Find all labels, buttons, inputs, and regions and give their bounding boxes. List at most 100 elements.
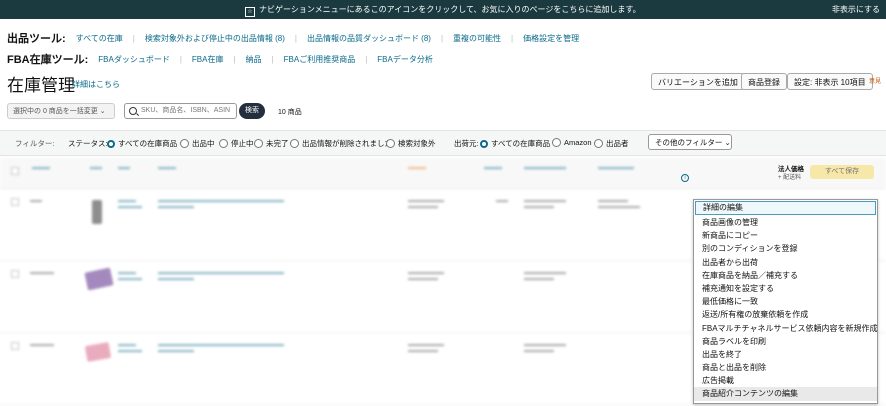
status-deleted-radio[interactable]: 出品情報が削除されました xyxy=(290,138,392,149)
listing-tools-row: 出品ツール: すべての在庫 | 検索対象外および停止中の出品情報 (8) | 出… xyxy=(7,30,579,46)
status-suppressed-label: 検索対象外 xyxy=(398,139,436,148)
row-checkbox[interactable] xyxy=(11,198,19,206)
menu-item-multichannel-order[interactable]: FBAマルチチャネルサービス依頼内容を新規作成 xyxy=(694,322,877,335)
bulk-action-select[interactable]: 選択中の 0 商品を一括変更 ⌄ xyxy=(7,103,115,119)
info-icon[interactable]: i xyxy=(681,174,689,182)
fba-tools-row: FBA在庫ツール: FBAダッシュボード | FBA在庫 | 納品 | FBAご… xyxy=(7,51,433,67)
status-inactive-radio[interactable]: 停止中 xyxy=(219,138,254,149)
fba-tools-label: FBA在庫ツール: xyxy=(7,54,89,66)
listing-tools-label: 出品ツール: xyxy=(7,33,66,45)
status-deleted-label: 出品情報が削除されました xyxy=(302,139,392,148)
status-inactive-label: 停止中 xyxy=(231,139,254,148)
more-filters-button[interactable]: その他のフィルター ⌄ xyxy=(648,134,732,150)
table-header: ▬▬▬ ▬▬ ▬▬ ▬▬▬ ▬▬▬ ▬▬▬ ▬▬▬▬▬▬▬ ▬▬▬▬▬▬ xyxy=(0,158,886,189)
header-cell: ▬▬▬▬▬▬ xyxy=(598,165,634,171)
divider: | xyxy=(365,54,368,64)
add-variation-button[interactable]: バリエーションを追加 xyxy=(651,73,745,90)
row-title: ▬▬▬▬▬▬▬▬▬▬▬▬▬▬▬▬▬▬▬▬▬ ▬▬▬▬▬▬ xyxy=(158,342,284,354)
tool-link-all-inventory[interactable]: すべての在庫 xyxy=(76,33,123,44)
star-icon: ☆ xyxy=(245,7,255,17)
menu-item-removal-order[interactable]: 返送/所有権の放棄依頼を作成 xyxy=(694,308,877,321)
menu-item-delete-product[interactable]: 商品と出品を削除 xyxy=(694,361,877,374)
status-all-radio[interactable]: すべての在庫商品 xyxy=(107,138,177,149)
banner-text: ナビゲーションメニューにあるこのアイコンをクリックして、お気に入りのページをこち… xyxy=(259,5,641,14)
fulfillment-label: 出荷元: xyxy=(454,139,479,148)
row-price-input: ▬▬▬▬▬ ▬▬▬▬▬▬▬ xyxy=(598,198,640,210)
menu-item-match-lowest-price[interactable]: 最低価格に一致 xyxy=(694,295,877,308)
row-status: ▬▬ xyxy=(30,198,42,204)
menu-item-copy-to-new[interactable]: 新商品にコピー xyxy=(694,229,877,242)
top-banner: ☆ ナビゲーションメニューにあるこのアイコンをクリックして、お気に入りのページをこ… xyxy=(0,0,886,19)
save-all-button[interactable]: すべて保存 xyxy=(810,165,874,179)
divider: | xyxy=(179,54,182,64)
status-all-label: すべての在庫商品 xyxy=(118,139,178,148)
menu-item-edit-aplus[interactable]: 商品紹介コンテンツの編集 xyxy=(694,387,877,401)
divider: | xyxy=(294,33,297,43)
row-checkbox[interactable] xyxy=(11,342,19,350)
filter-label: フィルター: xyxy=(15,139,55,148)
tool-link-duplicates[interactable]: 重複の可能性 xyxy=(453,33,501,44)
fulfill-amazon-radio[interactable]: Amazon xyxy=(552,138,592,147)
tool-link-fba-analytics[interactable]: FBAデータ分析 xyxy=(377,54,433,65)
radio-icon xyxy=(386,139,395,148)
menu-item-manage-images[interactable]: 商品画像の管理 xyxy=(694,216,877,229)
header-cell: ▬▬▬▬▬▬▬ xyxy=(524,165,566,171)
row-sku: ▬▬▬ ▬▬▬▬ xyxy=(118,198,142,210)
tool-link-fba-recommendations[interactable]: FBAご利用推奨商品 xyxy=(284,54,356,65)
tool-link-fba-dashboard[interactable]: FBAダッシュボード xyxy=(98,54,170,65)
radio-icon xyxy=(180,139,189,148)
divider: | xyxy=(271,54,274,64)
status-active-radio[interactable]: 出品中 xyxy=(180,138,215,149)
menu-item-send-replenish[interactable]: 在庫商品を納品／補充する xyxy=(694,269,877,282)
learn-more-link[interactable]: 詳細はこちら xyxy=(72,79,120,90)
header-cell: ▬▬ xyxy=(90,165,102,171)
radio-selected-icon xyxy=(480,140,488,148)
fulfill-all-label: すべての在庫商品 xyxy=(491,139,551,148)
fulfill-all-radio[interactable]: すべての在庫商品 xyxy=(480,138,550,149)
settings-button[interactable]: 設定: 非表示 10項目 xyxy=(787,73,873,90)
tool-link-suppressed[interactable]: 検索対象外および停止中の出品情報 (8) xyxy=(145,33,285,44)
more-filters-label: その他のフィルター xyxy=(655,138,723,147)
status-suppressed-radio[interactable]: 検索対象外 xyxy=(386,138,436,149)
menu-item-edit-details[interactable]: 詳細の編集 xyxy=(695,201,876,215)
feedback-link[interactable]: 意見 xyxy=(869,76,881,85)
row-status: ▬▬▬▬ xyxy=(30,270,54,276)
search-input[interactable]: SKU、商品名、ISBN、ASIN xyxy=(124,103,237,119)
product-image xyxy=(84,267,114,291)
product-count: 10 商品 xyxy=(278,109,302,116)
page-title: 在庫管理 xyxy=(7,76,75,95)
menu-item-ship-by-merchant[interactable]: 出品者から出荷 xyxy=(694,256,877,269)
row-sku: ▬▬▬ ▬▬▬▬ xyxy=(118,270,142,282)
radio-icon xyxy=(594,139,603,148)
divider: | xyxy=(511,33,514,43)
menu-item-advertise[interactable]: 広告掲載 xyxy=(694,374,877,387)
radio-selected-icon xyxy=(107,140,115,148)
status-incomplete-radio[interactable]: 未完了 xyxy=(254,138,289,149)
radio-icon xyxy=(254,139,263,148)
bulk-action-label: 選択中の 0 商品を一括変更 xyxy=(13,108,98,115)
header-cell: ▬▬ xyxy=(118,165,130,171)
menu-item-add-condition[interactable]: 別のコンディションを登録 xyxy=(694,242,877,255)
radio-icon xyxy=(290,139,299,148)
tool-link-pricing[interactable]: 価格設定を管理 xyxy=(523,33,579,44)
product-image xyxy=(92,200,102,224)
row-price: ▬▬▬▬▬▬▬ ▬▬▬▬▬ xyxy=(524,198,566,210)
menu-item-restock-alert[interactable]: 補充通知を設定する xyxy=(694,282,877,295)
search-icon xyxy=(129,107,137,115)
tool-link-quality-dashboard[interactable]: 出品情報の品質ダッシュボード (8) xyxy=(307,33,431,44)
menu-item-close-listing[interactable]: 出品を終了 xyxy=(694,348,877,361)
add-product-button[interactable]: 商品登録 xyxy=(741,73,787,90)
fulfill-amazon-label: Amazon xyxy=(564,138,592,147)
row-checkbox[interactable] xyxy=(11,270,19,278)
row-date: ▬▬▬▬▬▬ ▬▬▬▬▬ xyxy=(408,270,444,282)
hide-banner-link[interactable]: 非表示にする xyxy=(832,4,880,15)
select-all-checkbox[interactable] xyxy=(11,167,19,175)
shipping-fee-note: + 配送料 xyxy=(778,175,802,181)
fulfill-merchant-radio[interactable]: 出品者 xyxy=(594,138,629,149)
tool-link-fba-inventory[interactable]: FBA在庫 xyxy=(192,54,224,65)
row-qty: ▬▬ xyxy=(496,198,508,204)
status-active-label: 出品中 xyxy=(192,139,215,148)
search-button[interactable]: 検索 xyxy=(239,103,265,119)
tool-link-shipments[interactable]: 納品 xyxy=(246,54,262,65)
menu-item-print-labels[interactable]: 商品ラベルを印刷 xyxy=(694,335,877,348)
